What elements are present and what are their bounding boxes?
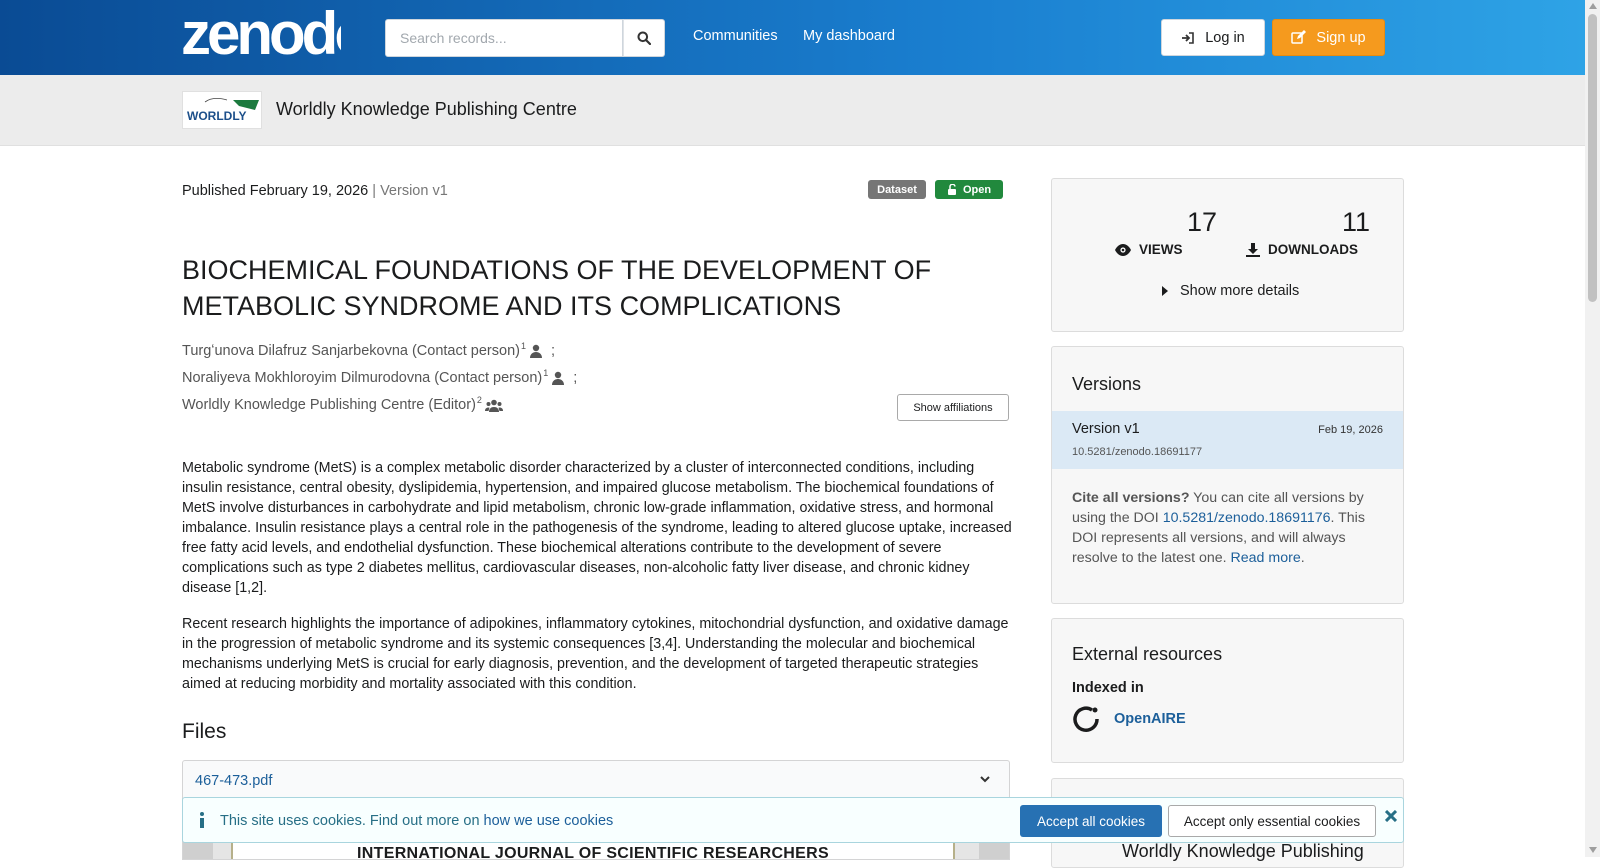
- creator-name[interactable]: Turgʻunova Dilafruz Sanjarbekovna (Conta…: [182, 343, 520, 359]
- page-scrollbar[interactable]: [1585, 0, 1600, 857]
- zenodo-logo[interactable]: zenodo: [181, 8, 341, 62]
- abstract-paragraph: Metabolic syndrome (MetS) is a complex m…: [182, 460, 1012, 596]
- affiliation-index: 2: [476, 395, 482, 405]
- indexed-in-label: Indexed in: [1072, 680, 1144, 696]
- creator-item: Worldly Knowledge Publishing Centre (Edi…: [182, 395, 503, 413]
- accept-essential-cookies-button[interactable]: Accept only essential cookies: [1168, 805, 1376, 837]
- cite-all-text-end: .: [1300, 550, 1305, 566]
- community-logo[interactable]: WORLDLY: [182, 91, 262, 129]
- version-separator: |: [372, 183, 377, 199]
- users-icon: [484, 399, 503, 412]
- downloads-count: 11: [1341, 207, 1371, 237]
- external-resources-card: External resources Indexed in OpenAIRE: [1051, 618, 1404, 763]
- community-card-title: Worldly Knowledge Publishing: [1122, 841, 1364, 861]
- creator-name[interactable]: Worldly Knowledge Publishing Centre (Edi…: [182, 397, 476, 413]
- external-resources-heading: External resources: [1072, 644, 1223, 664]
- user-icon: [529, 344, 542, 358]
- views-label-text: VIEWS: [1139, 242, 1183, 257]
- version-item-current[interactable]: Version v1 10.5281/zenodo.18691177 Feb 1…: [1052, 411, 1403, 469]
- published-date: Published February 19, 2026: [182, 183, 369, 199]
- downloads-label-text: DOWNLOADS: [1268, 242, 1358, 257]
- close-icon[interactable]: [1385, 810, 1397, 822]
- openaire-item: OpenAIRE: [1072, 705, 1186, 733]
- nav-my-dashboard[interactable]: My dashboard: [803, 28, 895, 44]
- sign-in-icon: [1182, 31, 1195, 44]
- openaire-logo-icon: [1073, 706, 1099, 732]
- version-label: Version v1: [380, 183, 448, 199]
- scroll-thumb[interactable]: [1588, 14, 1597, 302]
- views-label: VIEWS: [1115, 242, 1183, 257]
- downloads-label: DOWNLOADS: [1246, 242, 1358, 257]
- signup-button[interactable]: Sign up: [1272, 19, 1385, 56]
- community-header: WORLDLY Worldly Knowledge Publishing Cen…: [0, 75, 1585, 146]
- access-status-badge: Open: [935, 180, 1003, 199]
- search-icon: [637, 31, 651, 45]
- creator-separator: ;: [550, 343, 556, 359]
- stats-card: 17 VIEWS 11 DOWNLOADS Show more details: [1051, 178, 1404, 332]
- svg-text:zenodo: zenodo: [181, 8, 341, 62]
- info-icon: [200, 812, 204, 828]
- creator-separator: ;: [573, 370, 578, 386]
- signup-label: Sign up: [1316, 29, 1366, 46]
- version-name[interactable]: Version v1: [1072, 421, 1140, 437]
- download-icon: [1246, 242, 1260, 257]
- unlock-icon: [947, 184, 956, 195]
- search-form: [385, 19, 665, 57]
- creator-name[interactable]: Noraliyeva Mokhloroyim Dilmurodovna (Con…: [182, 370, 542, 386]
- file-link[interactable]: 467-473.pdf: [195, 773, 272, 789]
- cookie-message-text: This site uses cookies. Find out more on: [220, 813, 484, 829]
- versions-heading: Versions: [1072, 374, 1142, 394]
- scroll-up-arrow[interactable]: [1589, 3, 1597, 9]
- show-more-details-label: Show more details: [1180, 283, 1300, 299]
- version-date: Feb 19, 2026: [1318, 424, 1383, 436]
- scroll-down-arrow[interactable]: [1589, 847, 1597, 853]
- search-input[interactable]: [385, 19, 623, 57]
- resource-type-badge: Dataset: [868, 180, 926, 199]
- show-affiliations-button[interactable]: Show affiliations: [897, 394, 1009, 421]
- record-title: BIOCHEMICAL FOUNDATIONS OF THE DEVELOPME…: [182, 255, 932, 321]
- community-name[interactable]: Worldly Knowledge Publishing Centre: [276, 99, 577, 120]
- edit-icon: [1291, 30, 1307, 44]
- views-count: 17: [1186, 207, 1218, 237]
- cite-all-versions: Cite all versions? You can cite all vers…: [1072, 488, 1372, 568]
- login-label: Log in: [1205, 29, 1245, 46]
- preview-page-text: INTERNATIONAL JOURNAL OF SCIENTIFIC RESE…: [357, 845, 829, 860]
- abstract-paragraph: Recent research highlights the importanc…: [182, 616, 1009, 692]
- cookie-banner: This site uses cookies. Find out more on…: [182, 797, 1404, 843]
- affiliation-index: 1: [543, 368, 549, 378]
- search-button[interactable]: [623, 19, 665, 57]
- creator-item: Noraliyeva Mokhloroyim Dilmurodovna (Con…: [182, 368, 578, 386]
- read-more-link[interactable]: Read more: [1231, 550, 1301, 566]
- publication-info: Published February 19, 2026 | Version v1: [182, 183, 448, 199]
- affiliation-index: 1: [520, 341, 526, 351]
- user-icon: [552, 371, 565, 385]
- cite-all-question: Cite all versions?: [1072, 490, 1190, 506]
- cookie-message: This site uses cookies. Find out more on…: [220, 813, 613, 829]
- login-button[interactable]: Log in: [1161, 19, 1265, 56]
- files-heading: Files: [182, 720, 227, 743]
- openaire-link[interactable]: OpenAIRE: [1114, 711, 1186, 727]
- nav-communities[interactable]: Communities: [693, 28, 778, 44]
- community-logo-image: WORLDLY: [187, 98, 259, 123]
- accept-all-cookies-button[interactable]: Accept all cookies: [1020, 805, 1162, 837]
- chevron-down-icon[interactable]: [979, 773, 991, 785]
- file-accordion-header[interactable]: 467-473.pdf: [182, 760, 1010, 800]
- caret-right-icon: [1162, 286, 1168, 296]
- concept-doi-link[interactable]: 10.5281/zenodo.18691176: [1163, 510, 1331, 526]
- version-doi: 10.5281/zenodo.18691177: [1072, 446, 1203, 458]
- top-navbar: zenodo Communities My dashboard Log in S…: [0, 0, 1585, 75]
- resource-type-label: Dataset: [877, 183, 917, 196]
- eye-icon: [1115, 243, 1131, 256]
- creator-item: Turgʻunova Dilafruz Sanjarbekovna (Conta…: [182, 341, 556, 359]
- svg-text:WORLDLY: WORLDLY: [187, 109, 247, 123]
- versions-card: Versions Version v1 10.5281/zenodo.18691…: [1051, 346, 1404, 604]
- cookie-policy-link[interactable]: how we use cookies: [484, 813, 614, 829]
- show-more-details-toggle[interactable]: Show more details: [1162, 283, 1299, 299]
- access-status-label: Open: [962, 183, 992, 196]
